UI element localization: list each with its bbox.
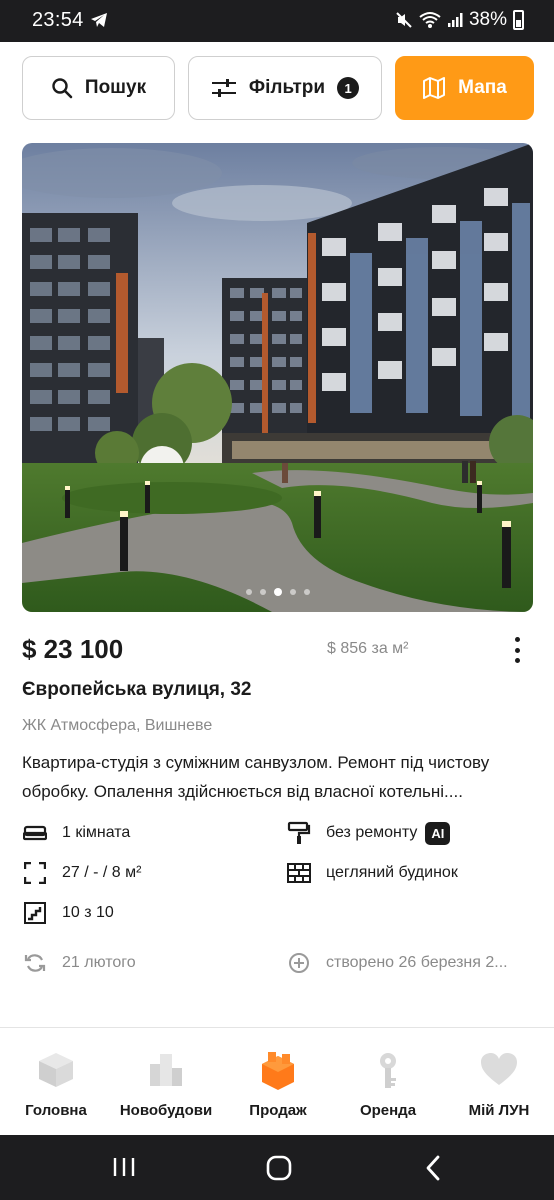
search-icon bbox=[52, 78, 73, 99]
orange-blocks-icon bbox=[256, 1048, 300, 1092]
nav-label: Головна bbox=[25, 1102, 87, 1119]
heart-icon bbox=[477, 1048, 521, 1092]
nav-item-home[interactable]: Головна bbox=[14, 1028, 98, 1136]
recent-apps-icon[interactable] bbox=[112, 1156, 136, 1178]
cube-icon bbox=[34, 1048, 78, 1092]
listing-description: Квартира-студія з суміжним санвузлом. Ре… bbox=[22, 753, 490, 801]
listing-address[interactable]: Європейська вулиця, 32 bbox=[22, 679, 251, 701]
telegram-icon bbox=[91, 13, 107, 27]
map-button-label: Мапа bbox=[458, 77, 507, 98]
kebab-dot bbox=[514, 637, 520, 642]
search-button[interactable]: Пошук bbox=[22, 56, 175, 120]
price-per-m2: $ 856 за м² bbox=[327, 640, 409, 657]
kebab-dot bbox=[514, 647, 520, 653]
map-icon bbox=[423, 77, 446, 99]
photo-pagination bbox=[22, 588, 533, 596]
signal-icon bbox=[447, 13, 463, 27]
renovation-value: без ремонту bbox=[326, 824, 418, 841]
key-icon bbox=[366, 1048, 410, 1092]
floor-value: 10 з 10 bbox=[62, 904, 114, 921]
residential-complex[interactable]: ЖК Атмосфера, Вишневе bbox=[22, 717, 212, 735]
battery-icon bbox=[513, 10, 524, 30]
nav-item-sale[interactable]: Продаж bbox=[236, 1028, 320, 1136]
sliders-icon bbox=[211, 79, 236, 97]
created-date: створено 26 березня 2... bbox=[286, 950, 508, 976]
pagination-dot[interactable] bbox=[259, 589, 266, 595]
top-actions: Пошук Фільтри 1 Мапа bbox=[22, 56, 534, 120]
kebab-dot bbox=[514, 658, 520, 663]
sofa-icon bbox=[22, 820, 48, 846]
nav-label: Новобудови bbox=[119, 1102, 213, 1119]
updated-date: 21 лютого bbox=[22, 950, 136, 976]
feature-building: цегляний будинок bbox=[286, 860, 458, 886]
wifi-icon bbox=[419, 12, 441, 28]
listing-price: $ 23 100 bbox=[22, 634, 124, 664]
rooms-value: 1 кімната bbox=[62, 824, 131, 841]
feature-rooms: 1 кімната bbox=[22, 820, 130, 846]
building-type-value: цегляний будинок bbox=[326, 864, 458, 881]
listing-photo[interactable] bbox=[22, 143, 533, 612]
filters-button-label: Фільтри bbox=[248, 77, 326, 98]
ai-badge[interactable]: AI bbox=[425, 821, 451, 845]
system-navigation-bar bbox=[0, 1135, 554, 1200]
bottom-navigation: Головна Новобудови Продаж Оренда Мій ЛУН bbox=[0, 1027, 554, 1135]
nav-label: Мій ЛУН bbox=[468, 1102, 530, 1119]
more-options-button[interactable] bbox=[508, 637, 526, 663]
feature-area: 27 / - / 8 м² bbox=[22, 860, 141, 886]
created-date-value: створено 26 березня 2... bbox=[326, 954, 508, 971]
back-icon[interactable] bbox=[424, 1155, 442, 1181]
pagination-dot-active[interactable] bbox=[273, 588, 282, 596]
search-button-label: Пошук bbox=[84, 77, 147, 98]
building-render-image bbox=[22, 143, 533, 612]
status-bar: 23:54 38% bbox=[0, 0, 554, 42]
nav-item-my-lun[interactable]: Мій ЛУН bbox=[456, 1028, 542, 1136]
pagination-dot[interactable] bbox=[289, 589, 296, 595]
area-value: 27 / - / 8 м² bbox=[62, 864, 142, 881]
feature-floor: 10 з 10 bbox=[22, 900, 114, 926]
brick-wall-icon bbox=[286, 860, 312, 886]
nav-label: Оренда bbox=[359, 1102, 417, 1119]
battery-percent: 38% bbox=[468, 9, 507, 30]
pagination-dot[interactable] bbox=[245, 589, 252, 595]
area-icon bbox=[22, 860, 48, 886]
updated-date-value: 21 лютого bbox=[62, 954, 136, 971]
status-time: 23:54 bbox=[32, 9, 84, 31]
plus-circle-icon bbox=[286, 950, 312, 976]
map-button[interactable]: Мапа bbox=[395, 56, 534, 120]
nav-item-rent[interactable]: Оренда bbox=[346, 1028, 430, 1136]
stairs-icon bbox=[22, 900, 48, 926]
buildings-icon bbox=[144, 1048, 188, 1092]
nav-label: Продаж bbox=[249, 1102, 307, 1119]
feature-renovation: без ремонту AI bbox=[286, 820, 451, 846]
home-icon[interactable] bbox=[266, 1155, 292, 1181]
pagination-dot[interactable] bbox=[303, 589, 310, 595]
filters-button[interactable]: Фільтри 1 bbox=[188, 56, 382, 120]
refresh-icon bbox=[22, 950, 48, 976]
nav-item-new-buildings[interactable]: Новобудови bbox=[114, 1028, 218, 1136]
paint-roller-icon bbox=[286, 820, 312, 846]
mute-icon bbox=[396, 12, 412, 28]
filters-count-badge: 1 bbox=[337, 77, 360, 99]
